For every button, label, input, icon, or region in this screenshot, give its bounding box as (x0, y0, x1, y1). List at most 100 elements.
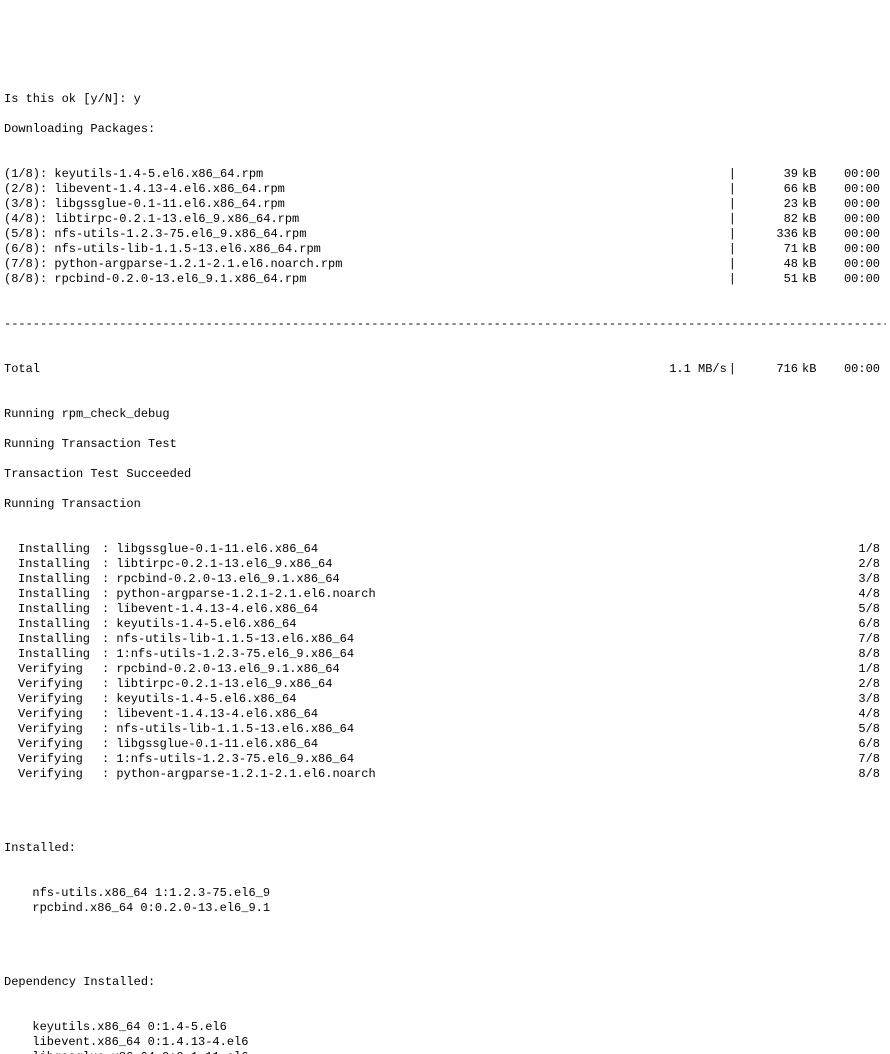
step-progress: 3/8 (846, 692, 886, 707)
step-package: rpcbind-0.2.0-13.el6_9.1.x86_64 (116, 662, 339, 676)
package-name: (2/8): libevent-1.4.13-4.el6.x86_64.rpm (4, 182, 285, 197)
step-package: libevent-1.4.13-4.el6.x86_64 (116, 707, 318, 721)
step-package: python-argparse-1.2.1-2.1.el6.noarch (116, 767, 375, 781)
step-action: Installing (18, 617, 102, 632)
transaction-step: Verifying : rpcbind-0.2.0-13.el6_9.1.x86… (4, 662, 886, 677)
step-action: Installing (18, 602, 102, 617)
transaction-step: Installing: libtirpc-0.2.1-13.el6_9.x86_… (4, 557, 886, 572)
step-action: Verifying (18, 722, 102, 737)
package-size: 82 (738, 212, 798, 227)
package-unit: kB (798, 212, 824, 227)
step-progress: 4/8 (846, 707, 886, 722)
step-progress: 7/8 (846, 632, 886, 647)
installed-header: Installed: (4, 841, 886, 856)
step-package: libgssglue-0.1-11.el6.x86_64 (116, 737, 318, 751)
transaction-step: Installing: keyutils-1.4-5.el6.x86_646/8 (4, 617, 886, 632)
package-name: (4/8): libtirpc-0.2.1-13.el6_9.x86_64.rp… (4, 212, 299, 227)
package-row: (6/8): nfs-utils-lib-1.1.5-13.el6.x86_64… (4, 242, 886, 257)
step-progress: 6/8 (846, 737, 886, 752)
transaction-step: Verifying : libgssglue-0.1-11.el6.x86_64… (4, 737, 886, 752)
package-size: 336 (738, 227, 798, 242)
step-action: Verifying (18, 767, 102, 782)
trans-succeeded-line: Transaction Test Succeeded (4, 467, 886, 482)
transaction-step: Installing: python-argparse-1.2.1-2.1.el… (4, 587, 886, 602)
package-row: (1/8): keyutils-1.4-5.el6.x86_64.rpm|39k… (4, 167, 886, 182)
transaction-step: Verifying : libevent-1.4.13-4.el6.x86_64… (4, 707, 886, 722)
pipe-sep: | (727, 242, 738, 257)
step-action: Verifying (18, 677, 102, 692)
dependency-header: Dependency Installed: (4, 975, 886, 990)
installed-row: nfs-utils.x86_64 1:1.2.3-75.el6_9 rpcbin… (4, 871, 886, 916)
separator-line: ----------------------------------------… (4, 317, 886, 332)
transaction-step: Verifying : python-argparse-1.2.1-2.1.el… (4, 767, 886, 782)
package-time: 00:00 (824, 242, 886, 257)
step-package: nfs-utils-lib-1.1.5-13.el6.x86_64 (116, 632, 354, 646)
package-time: 00:00 (824, 272, 886, 287)
installed-item: rpcbind.x86_64 0:0.2.0-13.el6_9.1 (32, 901, 270, 915)
step-package: 1:nfs-utils-1.2.3-75.el6_9.x86_64 (116, 647, 354, 661)
step-package: rpcbind-0.2.0-13.el6_9.1.x86_64 (116, 572, 339, 586)
step-progress: 8/8 (846, 767, 886, 782)
pipe-sep: | (727, 167, 738, 182)
step-package: libevent-1.4.13-4.el6.x86_64 (116, 602, 318, 616)
total-unit: kB (798, 362, 824, 377)
step-package: keyutils-1.4-5.el6.x86_64 (116, 617, 296, 631)
package-size: 66 (738, 182, 798, 197)
package-unit: kB (798, 242, 824, 257)
package-name: (8/8): rpcbind-0.2.0-13.el6_9.1.x86_64.r… (4, 272, 306, 287)
package-row: (5/8): nfs-utils-1.2.3-75.el6_9.x86_64.r… (4, 227, 886, 242)
pipe-sep: | (727, 257, 738, 272)
package-time: 00:00 (824, 182, 886, 197)
package-time: 00:00 (824, 167, 886, 182)
step-action: Verifying (18, 737, 102, 752)
package-name: (5/8): nfs-utils-1.2.3-75.el6_9.x86_64.r… (4, 227, 306, 242)
step-action: Installing (18, 542, 102, 557)
terminal-output: Is this ok [y/N]: y Downloading Packages… (4, 62, 886, 1054)
step-action: Verifying (18, 692, 102, 707)
pipe-sep: | (727, 197, 738, 212)
total-time: 00:00 (824, 362, 886, 377)
total-label: Total (4, 362, 647, 377)
total-size: 716 (738, 362, 798, 377)
package-size: 39 (738, 167, 798, 182)
transaction-step: Installing: nfs-utils-lib-1.1.5-13.el6.x… (4, 632, 886, 647)
transaction-step: Installing: libgssglue-0.1-11.el6.x86_64… (4, 542, 886, 557)
step-progress: 1/8 (846, 662, 886, 677)
transaction-step: Installing: rpcbind-0.2.0-13.el6_9.1.x86… (4, 572, 886, 587)
package-unit: kB (798, 197, 824, 212)
package-row: (3/8): libgssglue-0.1-11.el6.x86_64.rpm |… (4, 197, 886, 212)
downloading-header: Downloading Packages: (4, 122, 886, 137)
package-row: (2/8): libevent-1.4.13-4.el6.x86_64.rpm |… (4, 182, 886, 197)
package-time: 00:00 (824, 197, 886, 212)
package-size: 71 (738, 242, 798, 257)
transaction-step: Verifying : 1:nfs-utils-1.2.3-75.el6_9.x… (4, 752, 886, 767)
package-unit: kB (798, 227, 824, 242)
package-size: 48 (738, 257, 798, 272)
transaction-step: Installing: libevent-1.4.13-4.el6.x86_64… (4, 602, 886, 617)
step-package: libtirpc-0.2.1-13.el6_9.x86_64 (116, 677, 332, 691)
step-package: 1:nfs-utils-1.2.3-75.el6_9.x86_64 (116, 752, 354, 766)
package-name: (3/8): libgssglue-0.1-11.el6.x86_64.rpm (4, 197, 285, 212)
step-progress: 5/8 (846, 722, 886, 737)
dependency-row: keyutils.x86_64 0:1.4-5.el6 libevent.x86… (4, 1005, 886, 1054)
package-unit: kB (798, 182, 824, 197)
pipe-sep: | (727, 182, 738, 197)
step-progress: 6/8 (846, 617, 886, 632)
package-name: (7/8): python-argparse-1.2.1-2.1.el6.noa… (4, 257, 342, 272)
transaction-step: Verifying : libtirpc-0.2.1-13.el6_9.x86_… (4, 677, 886, 692)
step-action: Installing (18, 572, 102, 587)
step-action: Verifying (18, 752, 102, 767)
step-progress: 1/8 (846, 542, 886, 557)
step-action: Installing (18, 557, 102, 572)
dep-item: libgssglue.x86_64 0:0.1-11.el6 (32, 1050, 248, 1054)
package-name: (6/8): nfs-utils-lib-1.1.5-13.el6.x86_64… (4, 242, 321, 257)
step-action: Installing (18, 647, 102, 662)
step-package: python-argparse-1.2.1-2.1.el6.noarch (116, 587, 375, 601)
prompt-line: Is this ok [y/N]: y (4, 92, 886, 107)
step-progress: 4/8 (846, 587, 886, 602)
dep-item: libevent.x86_64 0:1.4.13-4.el6 (32, 1035, 322, 1050)
transaction-step: Installing: 1:nfs-utils-1.2.3-75.el6_9.x… (4, 647, 886, 662)
step-package: keyutils-1.4-5.el6.x86_64 (116, 692, 296, 706)
package-time: 00:00 (824, 227, 886, 242)
step-progress: 2/8 (846, 677, 886, 692)
